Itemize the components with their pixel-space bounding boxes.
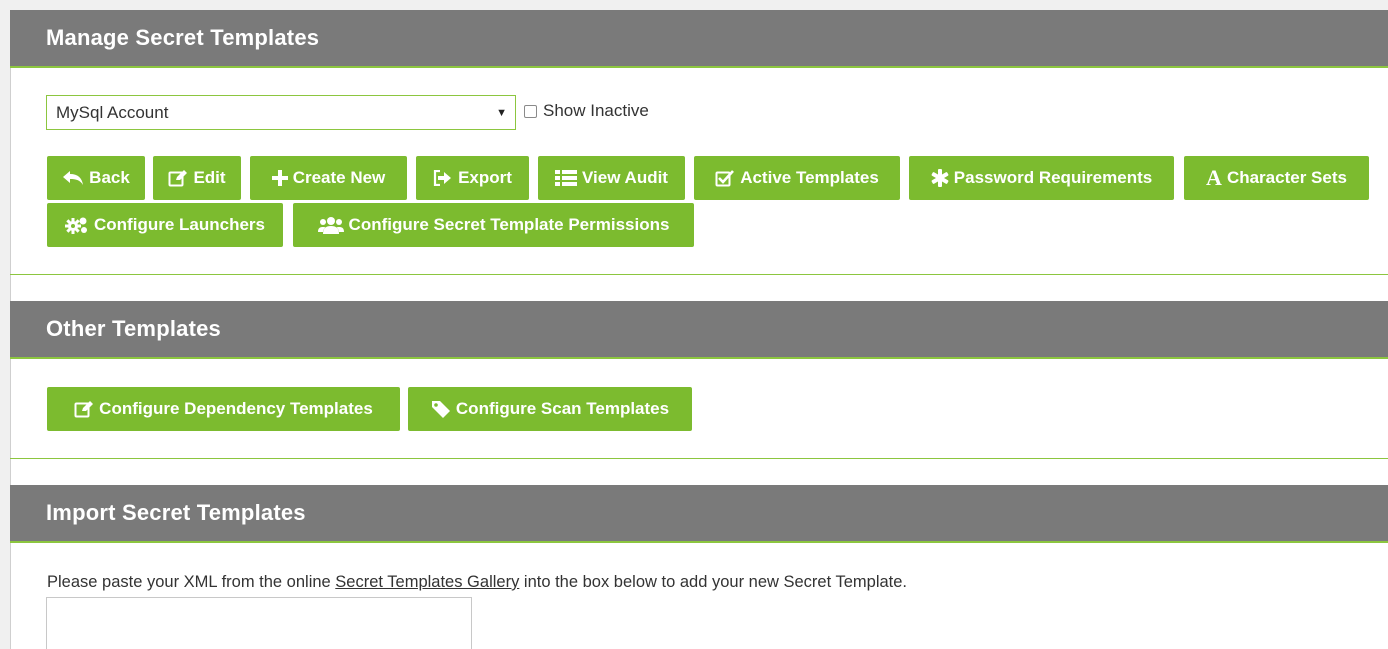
manage-panel-divider bbox=[10, 274, 1388, 275]
other-templates-title: Other Templates bbox=[46, 316, 221, 341]
character-sets-button-label: Character Sets bbox=[1226, 168, 1347, 187]
show-inactive-label[interactable]: Show Inactive bbox=[543, 101, 649, 121]
configure-scan-templates-button[interactable]: Configure Scan Templates bbox=[408, 387, 692, 431]
create-new-button-label: Create New bbox=[292, 168, 386, 187]
view-audit-button-label: View Audit bbox=[582, 168, 668, 187]
page-frame: Manage Secret Templates MySql Account ▼ … bbox=[10, 10, 1388, 649]
edit-button[interactable]: Edit bbox=[153, 156, 241, 200]
reply-arrow-icon bbox=[62, 170, 84, 186]
character-sets-button[interactable]: A Character Sets bbox=[1184, 156, 1369, 200]
back-button-label: Back bbox=[89, 168, 130, 187]
manage-templates-header: Manage Secret Templates bbox=[10, 10, 1388, 68]
import-templates-header: Import Secret Templates bbox=[10, 485, 1388, 543]
back-button[interactable]: Back bbox=[47, 156, 145, 200]
import-instructions-after: into the box below to add your new Secre… bbox=[519, 573, 908, 591]
configure-launchers-button-label: Configure Launchers bbox=[94, 215, 265, 234]
gears-icon bbox=[65, 216, 89, 234]
secret-templates-gallery-link[interactable]: Secret Templates Gallery bbox=[335, 573, 519, 591]
template-select-value: MySql Account bbox=[56, 103, 169, 122]
other-templates-header: Other Templates bbox=[10, 301, 1388, 359]
export-button-label: Export bbox=[458, 168, 512, 187]
font-icon: A bbox=[1206, 165, 1222, 190]
import-templates-title: Import Secret Templates bbox=[46, 500, 306, 525]
import-instructions-before: Please paste your XML from the online bbox=[47, 573, 336, 591]
edit-icon bbox=[74, 400, 94, 418]
list-icon bbox=[555, 169, 578, 187]
edit-icon bbox=[168, 169, 188, 187]
xml-input[interactable] bbox=[46, 597, 472, 649]
active-templates-button[interactable]: Active Templates bbox=[694, 156, 900, 200]
template-select[interactable]: MySql Account ▼ bbox=[46, 95, 516, 130]
check-square-icon bbox=[715, 169, 735, 187]
configure-permissions-button[interactable]: Configure Secret Template Permissions bbox=[293, 203, 694, 247]
view-audit-button[interactable]: View Audit bbox=[538, 156, 685, 200]
chevron-down-icon: ▼ bbox=[496, 107, 507, 119]
create-new-button[interactable]: Create New bbox=[250, 156, 407, 200]
configure-dependency-templates-button[interactable]: Configure Dependency Templates bbox=[47, 387, 400, 431]
configure-launchers-button[interactable]: Configure Launchers bbox=[47, 203, 283, 247]
users-icon bbox=[317, 216, 344, 234]
export-button[interactable]: Export bbox=[416, 156, 529, 200]
asterisk-icon bbox=[931, 169, 949, 187]
plus-icon bbox=[271, 170, 288, 186]
password-requirements-button[interactable]: Password Requirements bbox=[909, 156, 1174, 200]
configure-scan-templates-label: Configure Scan Templates bbox=[455, 399, 670, 418]
configure-permissions-button-label: Configure Secret Template Permissions bbox=[348, 215, 670, 234]
configure-dependency-templates-label: Configure Dependency Templates bbox=[99, 399, 373, 418]
tag-icon bbox=[431, 400, 451, 418]
active-templates-button-label: Active Templates bbox=[740, 168, 879, 187]
password-requirements-button-label: Password Requirements bbox=[953, 168, 1153, 187]
manage-templates-title: Manage Secret Templates bbox=[46, 25, 320, 50]
edit-button-label: Edit bbox=[193, 168, 226, 187]
export-icon bbox=[433, 170, 453, 186]
other-panel-divider bbox=[10, 458, 1388, 459]
show-inactive-checkbox[interactable] bbox=[524, 105, 537, 118]
import-instructions: Please paste your XML from the online Se… bbox=[47, 573, 907, 592]
